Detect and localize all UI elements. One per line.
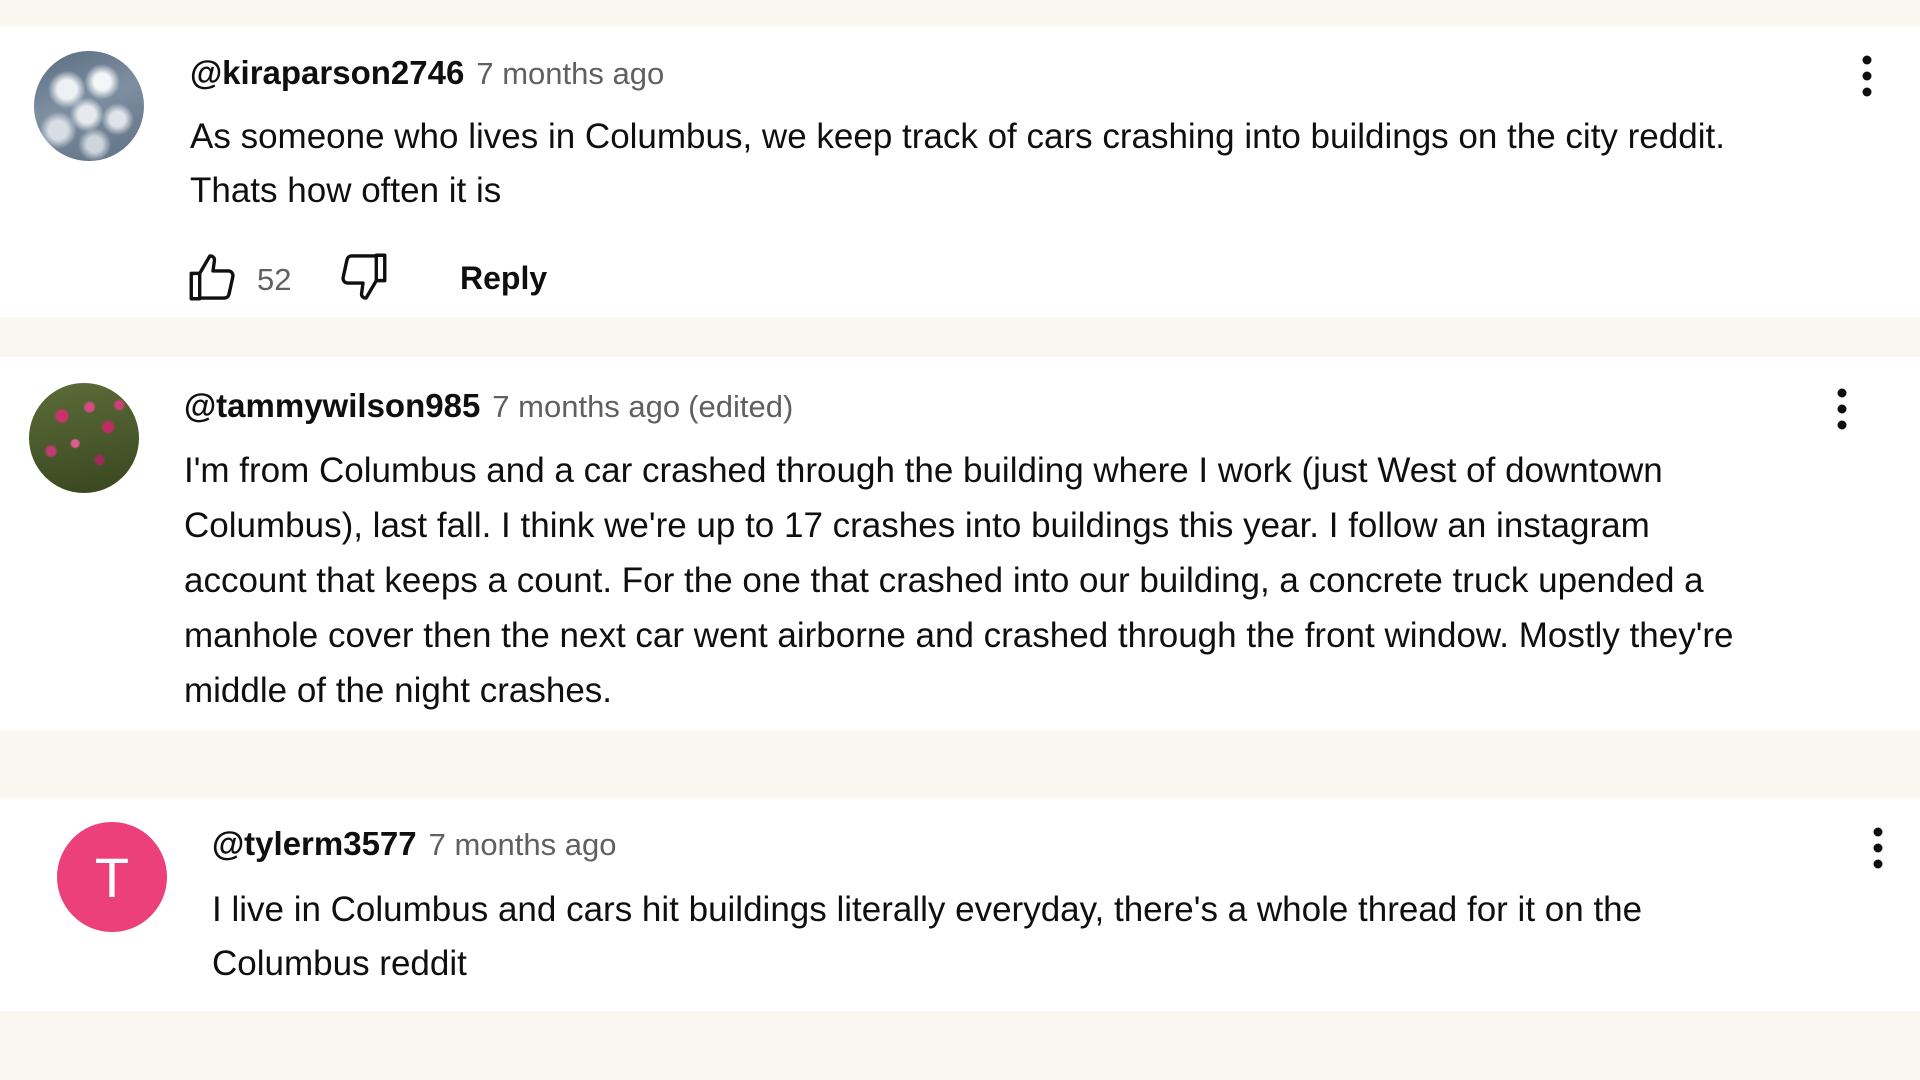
thumbs-down-icon bbox=[341, 253, 387, 300]
vertical-dots-icon bbox=[1862, 55, 1872, 97]
avatar[interactable]: T bbox=[57, 822, 167, 932]
comment-header: @tammywilson985 7 months ago (edited) bbox=[184, 387, 793, 425]
comment-actions: 52 Reply bbox=[184, 248, 684, 308]
like-button[interactable] bbox=[184, 248, 242, 306]
more-options-button[interactable] bbox=[1822, 379, 1862, 439]
comment-timestamp[interactable]: 7 months ago bbox=[476, 56, 664, 92]
comment-timestamp[interactable]: 7 months ago bbox=[429, 827, 617, 863]
more-options-button[interactable] bbox=[1858, 818, 1898, 878]
comment-text: I'm from Columbus and a car crashed thro… bbox=[184, 451, 1734, 710]
more-options-button[interactable] bbox=[1847, 46, 1887, 106]
dislike-button[interactable] bbox=[334, 248, 392, 306]
thumbs-up-icon bbox=[189, 254, 235, 301]
avatar-letter: T bbox=[94, 845, 130, 909]
vertical-dots-icon bbox=[1873, 827, 1883, 869]
comment-author[interactable]: @kiraparson2746 bbox=[190, 54, 464, 92]
comment-card: T @tylerm3577 7 months ago I live in Col… bbox=[0, 798, 1920, 1011]
avatar[interactable] bbox=[29, 383, 139, 493]
comment-header: @kiraparson2746 7 months ago bbox=[190, 54, 664, 92]
comment-header: @tylerm3577 7 months ago bbox=[212, 825, 617, 863]
comment-card: @kiraparson2746 7 months ago As someone … bbox=[0, 26, 1920, 317]
avatar[interactable] bbox=[34, 51, 144, 161]
reply-button[interactable]: Reply bbox=[460, 260, 547, 297]
edited-label: (edited) bbox=[688, 389, 794, 424]
comment-author[interactable]: @tylerm3577 bbox=[212, 825, 417, 863]
vertical-dots-icon bbox=[1837, 388, 1847, 430]
comment-author[interactable]: @tammywilson985 bbox=[184, 387, 480, 425]
comment-text: As someone who lives in Columbus, we kee… bbox=[190, 117, 1725, 210]
like-count: 52 bbox=[257, 262, 292, 297]
comment-text: I live in Columbus and cars hit building… bbox=[212, 890, 1643, 983]
comment-card: @tammywilson985 7 months ago (edited) I'… bbox=[0, 357, 1920, 730]
comment-timestamp[interactable]: 7 months ago bbox=[492, 389, 680, 425]
